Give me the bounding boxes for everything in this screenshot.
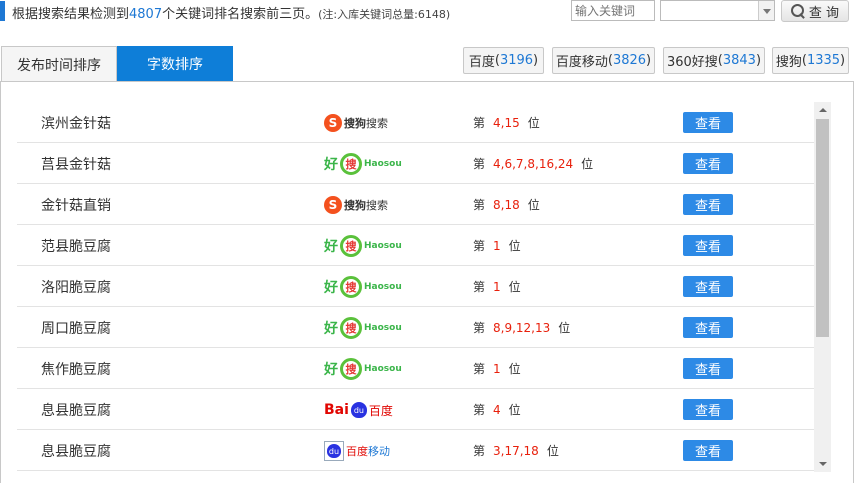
baidu-mobile-logo-icon: du	[324, 441, 344, 461]
keyword-search-input[interactable]	[571, 0, 655, 21]
rank-positions: 4,6,7,8,16,24	[493, 157, 574, 171]
table-row: 周口脆豆腐 好搜 Haosou 第 8,9,12,13 位 查看	[17, 307, 814, 348]
table-row: 滨州金针菇 S 搜狗搜索 第 4,15 位 查看	[17, 102, 814, 143]
haosou-logo-hao: 好	[324, 280, 338, 296]
view-button[interactable]: 查看	[683, 399, 733, 420]
rank-positions: 1	[493, 280, 501, 294]
rank-text: 第 8,9,12,13 位	[473, 321, 571, 335]
table-row: 洛阳脆豆腐 好搜 Haosou 第 1 位 查看	[17, 266, 814, 307]
view-button[interactable]: 查看	[683, 358, 733, 379]
keyword-count: 4807	[129, 7, 163, 22]
tab-word-count[interactable]: 字数排序	[117, 46, 233, 82]
view-button[interactable]: 查看	[683, 235, 733, 256]
rank-text: 第 4,15 位	[473, 116, 540, 130]
haosou-logo-icon: 搜	[340, 276, 362, 298]
rank-text: 第4位	[473, 403, 521, 417]
scroll-down-arrow-icon[interactable]	[814, 455, 831, 472]
query-button[interactable]: 查 询	[781, 0, 849, 22]
table-row: 息县脆豆腐 Bai du 百度 第 4 位 查看	[17, 389, 814, 430]
sogou-logo-icon: S	[324, 196, 342, 214]
haosou-logo-hao: 好	[324, 157, 338, 173]
engine-logo-baidu-mobile: du 百度移动	[324, 439, 390, 463]
engine-logo-haosou: 好搜 Haosou	[324, 152, 402, 176]
rank-positions: 3,17,18	[493, 444, 539, 458]
query-button-label: 查 询	[808, 5, 840, 21]
rank-text: 第1位	[473, 362, 521, 376]
rank-text: 第1位	[473, 280, 521, 294]
view-button[interactable]: 查看	[683, 194, 733, 215]
scrollbar[interactable]	[814, 102, 831, 472]
rank-positions: 4	[493, 403, 501, 417]
rank-positions: 1	[493, 239, 501, 253]
engine-logo-haosou: 好搜 Haosou	[324, 316, 402, 340]
keyword-text: 金针菇直销	[41, 198, 111, 214]
accent-bar	[0, 1, 5, 21]
view-button[interactable]: 查看	[683, 153, 733, 174]
engine-logo-haosou: 好搜 Haosou	[324, 234, 402, 258]
tab-publish-time[interactable]: 发布时间排序	[1, 46, 117, 82]
haosou-logo-icon: 搜	[340, 235, 362, 257]
results-panel: 滨州金针菇 S 搜狗搜索第 4,15 位查看 莒县金针菇好搜 Haosou 第 4,6,7,8,…	[0, 82, 854, 483]
chevron-down-icon[interactable]	[758, 1, 774, 20]
engine-select[interactable]	[660, 0, 775, 21]
table-row: 息县脆豆腐 du 百度移动 第 3,17,18 位 查看	[17, 430, 814, 471]
engine-filter-baidu[interactable]: 百度(3196)	[463, 47, 544, 74]
engine-filter-sogou[interactable]: 搜狗(1335)	[772, 47, 849, 74]
rank-positions: 8,18	[493, 198, 520, 212]
scrollbar-thumb[interactable]	[816, 119, 829, 337]
haosou-logo-hao: 好	[324, 362, 338, 378]
summary-prefix: 根据搜索结果检测到	[12, 7, 130, 22]
keyword-text: 洛阳脆豆腐	[41, 280, 111, 296]
keyword-text: 息县脆豆腐	[41, 403, 111, 419]
haosou-logo-icon: 搜	[340, 358, 362, 380]
engine-logo-haosou: 好搜 Haosou	[324, 357, 402, 381]
engine-logo-haosou: 好搜 Haosou	[324, 275, 402, 299]
keyword-text: 滨州金针菇	[41, 116, 111, 132]
table-row: 焦作脆豆腐 好搜 Haosou 第 1 位 查看	[17, 348, 814, 389]
table-row: 金针菇直销 S 搜狗搜索 第 8,18 位 查看	[17, 184, 814, 225]
engine-logo-sogou: S 搜狗搜索	[324, 193, 388, 217]
baidu-paw-icon: du	[350, 402, 367, 418]
rank-text: 第 3,17,18 位	[473, 444, 559, 458]
engine-logo-sogou: S 搜狗搜索	[324, 111, 388, 135]
engine-logo-baidu: Bai du 百度	[324, 402, 393, 418]
keyword-text: 息县脆豆腐	[41, 444, 111, 460]
haosou-logo-icon: 搜	[340, 317, 362, 339]
keyword-text: 周口脆豆腐	[41, 321, 111, 337]
keyword-text: 焦作脆豆腐	[41, 362, 111, 378]
rank-positions: 8,9,12,13	[493, 321, 551, 335]
haosou-logo-icon: 搜	[340, 153, 362, 175]
rank-text: 第1位	[473, 239, 521, 253]
haosou-logo-hao: 好	[324, 239, 338, 255]
rank-positions: 1	[493, 362, 501, 376]
view-button[interactable]: 查看	[683, 440, 733, 461]
view-button[interactable]: 查看	[683, 276, 733, 297]
summary-suffix: 个关键词排名搜索前三页。	[162, 7, 319, 22]
summary-text: 根据搜索结果检测到4807个关键词排名搜索前三页。(注:入库关键词总量:6148…	[12, 3, 450, 22]
baidu-paw-icon: du	[327, 444, 341, 458]
view-button[interactable]: 查看	[683, 317, 733, 338]
table-row: 莒县金针菇 好搜 Haosou 第 4,6,7,8,16,24 位 查看	[17, 143, 814, 184]
scroll-up-arrow-icon[interactable]	[814, 102, 831, 119]
sogou-logo-icon: S	[324, 114, 342, 132]
summary-note: (注:入库关键词总量:6148)	[318, 8, 451, 21]
rank-positions: 4,15	[493, 116, 520, 130]
search-icon	[790, 4, 805, 18]
engine-filter-360[interactable]: 360好搜(3843)	[663, 47, 765, 74]
keyword-text: 莒县金针菇	[41, 157, 111, 173]
view-button[interactable]: 查看	[683, 112, 733, 133]
table-row: 范县脆豆腐 好搜 Haosou 第 1 位 查看	[17, 225, 814, 266]
keyword-text: 范县脆豆腐	[41, 239, 111, 255]
rank-text: 第 4,6,7,8,16,24 位	[473, 157, 594, 171]
rank-text: 第 8,18 位	[473, 198, 540, 212]
haosou-logo-hao: 好	[324, 321, 338, 337]
top-bar: 根据搜索结果检测到4807个关键词排名搜索前三页。(注:入库关键词总量:6148…	[0, 0, 854, 24]
engine-filter-baidu-mobile[interactable]: 百度移动(3826)	[552, 47, 655, 74]
